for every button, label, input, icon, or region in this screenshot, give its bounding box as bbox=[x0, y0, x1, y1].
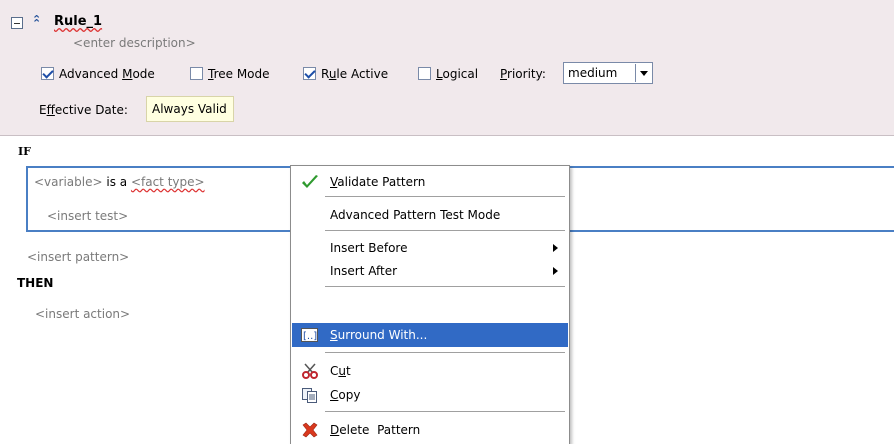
menu-item-copy[interactable]: Copy bbox=[292, 383, 568, 407]
rule-active-label: Rule Active bbox=[321, 67, 389, 81]
rule-active-checkbox[interactable] bbox=[303, 67, 316, 80]
priority-select[interactable]: medium bbox=[563, 62, 653, 84]
menu-item-cut[interactable]: Cut bbox=[292, 359, 568, 383]
menu-item-insert-before[interactable]: Insert Before bbox=[292, 236, 568, 260]
menu-item-label: Cut bbox=[330, 364, 351, 378]
submenu-arrow-icon bbox=[553, 244, 558, 252]
insert-pattern[interactable]: <insert pattern> bbox=[27, 250, 129, 264]
is-a-text: is a bbox=[106, 175, 128, 189]
svg-text:[..]: [..] bbox=[303, 331, 317, 342]
rule-name[interactable]: Rule_1 bbox=[54, 14, 102, 29]
menu-item-label: Surround With... bbox=[330, 328, 428, 342]
menu-item-label: Copy bbox=[330, 388, 361, 402]
scissors-icon bbox=[301, 363, 319, 379]
effective-date-field[interactable]: Always Valid bbox=[146, 96, 234, 122]
delete-x-icon bbox=[301, 422, 319, 438]
surround-icon: [..] bbox=[301, 327, 319, 343]
dropdown-arrow-icon[interactable] bbox=[635, 64, 651, 82]
submenu-arrow-icon bbox=[553, 267, 558, 275]
menu-item-insert-after[interactable]: Insert After bbox=[292, 259, 568, 283]
menu-separator bbox=[325, 196, 565, 197]
menu-item-label: Insert Before bbox=[330, 241, 408, 255]
insert-test[interactable]: <insert test> bbox=[47, 209, 128, 223]
menu-item-label: Insert After bbox=[330, 264, 398, 278]
effective-date-value: Always Valid bbox=[152, 102, 227, 116]
menu-separator bbox=[325, 411, 565, 412]
pattern-line: <variable> is a <fact type> bbox=[34, 175, 205, 189]
tree-mode-label: Tree Mode bbox=[208, 67, 270, 81]
collapse-icon[interactable] bbox=[11, 17, 23, 29]
rule-description[interactable]: <enter description> bbox=[73, 36, 196, 50]
menu-separator bbox=[325, 352, 565, 353]
check-icon bbox=[301, 174, 319, 190]
copy-icon bbox=[301, 387, 319, 403]
context-menu: Validate Pattern Advanced Pattern Test M… bbox=[290, 165, 570, 444]
menu-item-label: Advanced Pattern Test Mode bbox=[330, 208, 501, 222]
priority-value: medium bbox=[568, 66, 618, 80]
fact-type-placeholder[interactable]: <fact type> bbox=[131, 175, 205, 189]
effective-date-label: Effective Date: bbox=[39, 103, 128, 117]
insert-action[interactable]: <insert action> bbox=[35, 307, 130, 321]
variable-placeholder[interactable]: <variable> bbox=[34, 175, 103, 189]
logical-label: Logical bbox=[436, 67, 479, 81]
logical-checkbox[interactable] bbox=[418, 67, 431, 80]
then-heading: THEN bbox=[17, 276, 54, 290]
move-up-icon-lower: ⌃ bbox=[32, 17, 42, 30]
advanced-mode-checkbox[interactable] bbox=[41, 67, 54, 80]
menu-item-advanced-pattern-test-mode[interactable]: Advanced Pattern Test Mode bbox=[292, 203, 568, 227]
menu-item-label: Validate Pattern bbox=[330, 175, 426, 189]
menu-item-label: Delete Pattern bbox=[330, 423, 421, 437]
menu-item-surround-with[interactable]: [..] Surround With... bbox=[292, 323, 568, 347]
menu-item-validate-pattern[interactable]: Validate Pattern bbox=[292, 170, 568, 194]
menu-separator bbox=[325, 230, 565, 231]
menu-separator bbox=[325, 286, 565, 287]
tree-mode-checkbox[interactable] bbox=[190, 67, 203, 80]
menu-item-delete-pattern[interactable]: Delete Pattern bbox=[292, 418, 568, 442]
advanced-mode-label: Advanced Mode bbox=[59, 67, 155, 81]
priority-label: Priority: bbox=[500, 67, 546, 81]
if-heading: IF bbox=[18, 145, 31, 158]
